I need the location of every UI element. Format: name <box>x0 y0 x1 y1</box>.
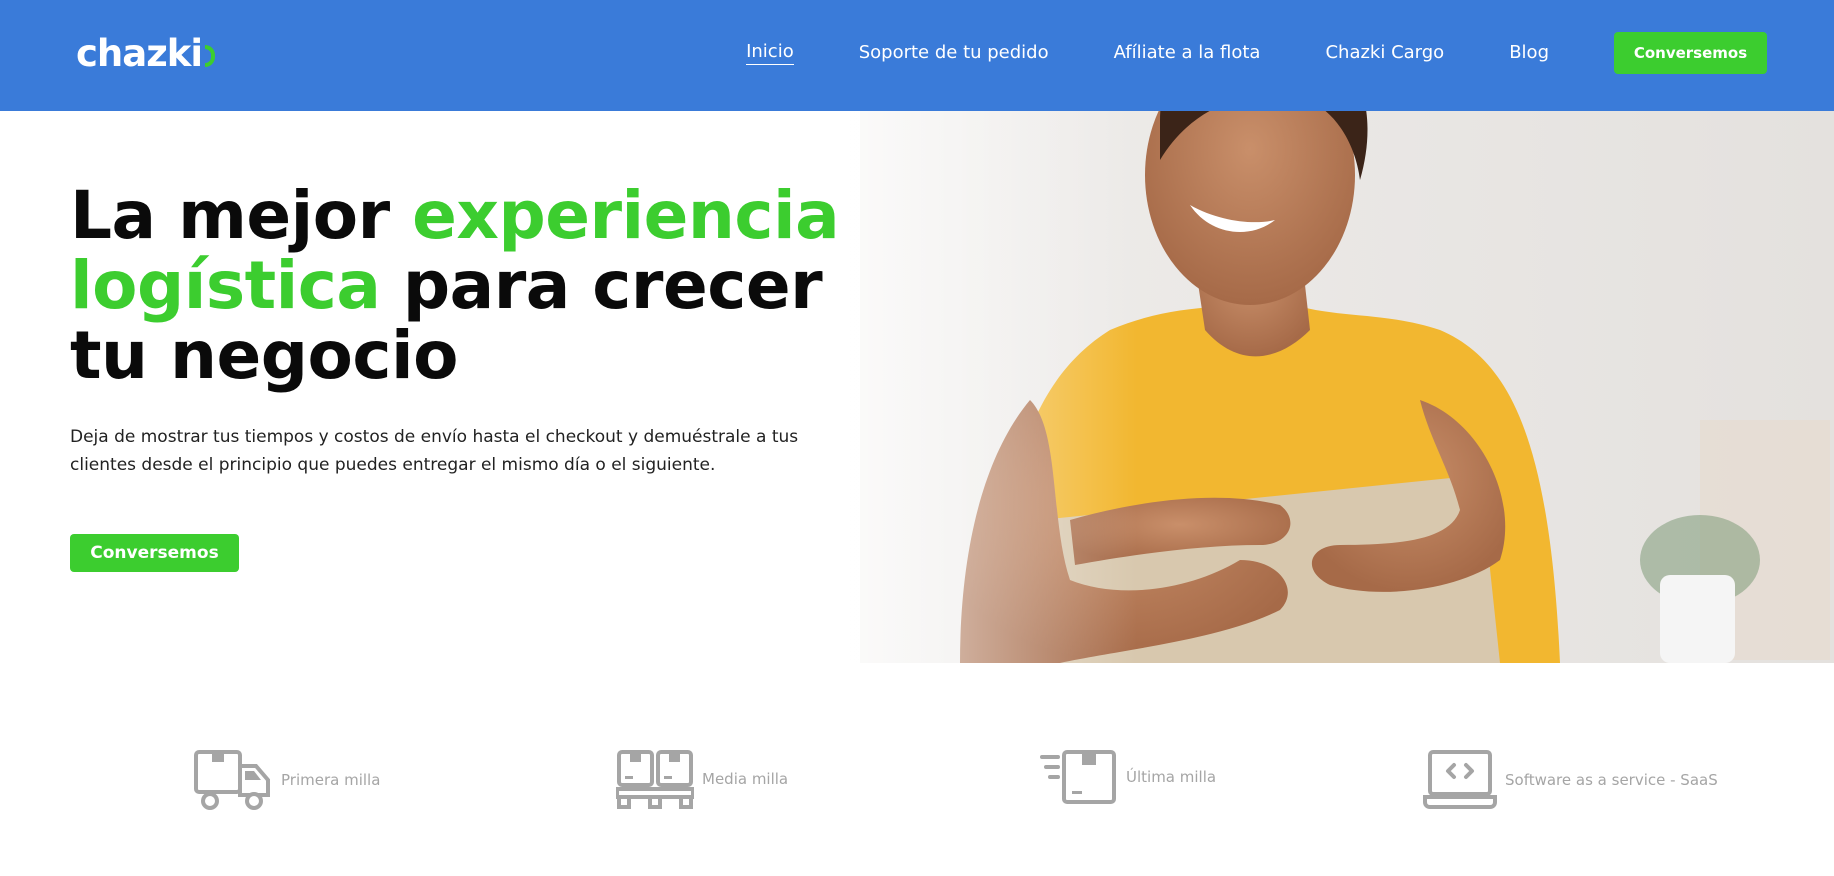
logo-text: chazki <box>76 31 203 75</box>
fast-box-icon <box>1040 750 1116 804</box>
nav-chazki-cargo[interactable]: Chazki Cargo <box>1325 42 1444 63</box>
services-row: Primera milla Media milla Última milla S… <box>0 663 1834 876</box>
hero-title: La mejor experiencia logística para crec… <box>70 181 870 391</box>
truck-icon <box>194 750 270 810</box>
nav-afiliate-flota[interactable]: Afíliate a la flota <box>1114 42 1261 63</box>
laptop-code-icon <box>1423 750 1497 809</box>
top-navbar: chazki Inicio Soporte de tu pedido Afíli… <box>0 0 1834 111</box>
nav-inicio[interactable]: Inicio <box>746 41 794 65</box>
hero-subtitle: Deja de mostrar tus tiempos y costos de … <box>70 427 799 475</box>
service-label-saas: Software as a service - SaaS <box>1505 771 1718 789</box>
service-label-primera-milla: Primera milla <box>281 771 381 789</box>
service-ultima-milla[interactable]: Última milla <box>1040 749 1216 805</box>
logo-signal-icon <box>205 45 216 67</box>
service-media-milla[interactable]: Media milla <box>616 749 788 809</box>
hero-conversemos-button[interactable]: Conversemos <box>70 534 239 572</box>
service-label-media-milla: Media milla <box>702 770 789 788</box>
service-primera-milla[interactable]: Primera milla <box>193 749 380 811</box>
nav-soporte-pedido[interactable]: Soporte de tu pedido <box>859 42 1049 63</box>
hero-title-part1: La mejor <box>70 177 413 254</box>
main-nav: Inicio Soporte de tu pedido Afíliate a l… <box>746 0 1834 105</box>
hero-section: La mejor experiencia logística para crec… <box>0 111 1834 663</box>
service-saas[interactable]: Software as a service - SaaS <box>1423 749 1718 811</box>
pallet-boxes-icon <box>616 750 694 809</box>
service-label-ultima-milla: Última milla <box>1126 768 1217 786</box>
nav-blog[interactable]: Blog <box>1509 42 1549 63</box>
header-conversemos-button[interactable]: Conversemos <box>1614 31 1767 74</box>
chazki-logo[interactable]: chazki <box>76 31 216 75</box>
